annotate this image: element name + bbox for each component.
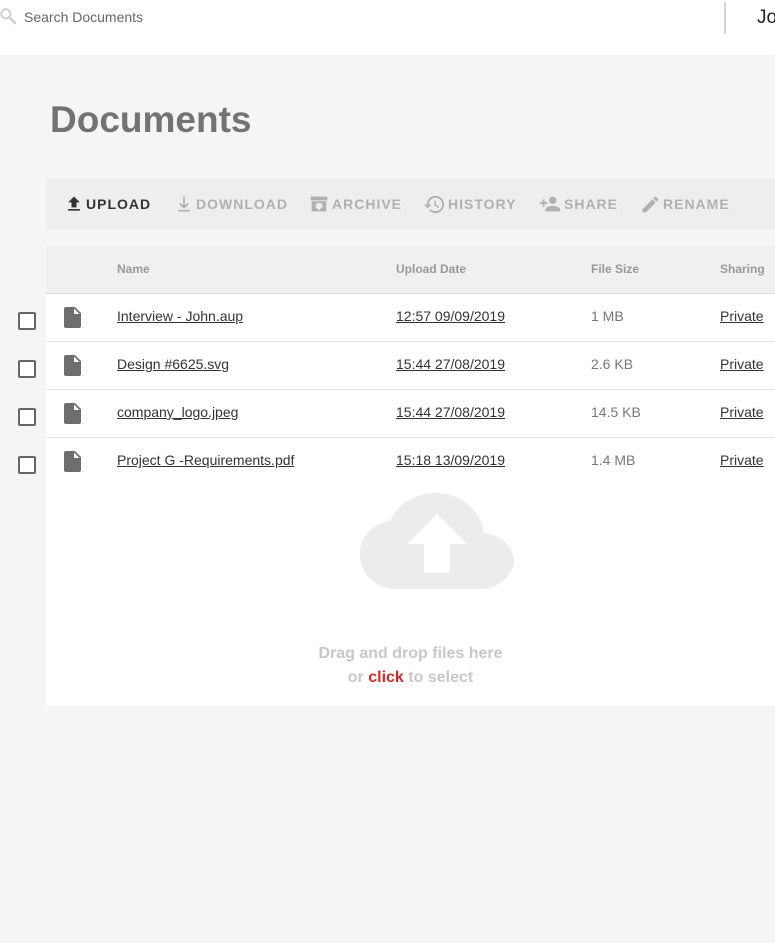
sharing-link[interactable]: Private: [720, 356, 764, 372]
share-button[interactable]: SHARE: [538, 192, 618, 216]
upload-date-link[interactable]: 15:18 13/09/2019: [396, 452, 505, 468]
pencil-icon: [642, 196, 659, 212]
file-size: 14.5 KB: [591, 404, 641, 420]
share-label: SHARE: [564, 196, 619, 212]
file-size: 1.4 MB: [591, 452, 636, 468]
sharing-link[interactable]: Private: [720, 404, 764, 420]
history-button[interactable]: HISTORY: [423, 192, 516, 216]
cloud-upload-icon: [360, 493, 514, 589]
file-icon: [64, 307, 81, 328]
topbar-divider: [724, 2, 726, 34]
archive-button[interactable]: ARCHIVE: [308, 192, 402, 216]
drop-or-text: or: [347, 669, 364, 686]
documents-table: Name Upload Date File Size Sharing Inter…: [18, 246, 775, 706]
upload-date-link[interactable]: 15:44 27/08/2019: [396, 404, 505, 420]
table-row[interactable]: Project G -Requirements.pdf 15:18 13/09/…: [18, 437, 775, 485]
file-icon: [64, 355, 81, 376]
drop-to-select-text: to select: [408, 669, 474, 686]
sharing-link[interactable]: Private: [720, 452, 764, 468]
table-row[interactable]: company_logo.jpeg 15:44 27/08/2019 14.5 …: [18, 389, 775, 438]
file-drop-zone[interactable]: Drag and drop files here or click to sel…: [46, 486, 775, 696]
file-size: 2.6 KB: [591, 356, 634, 372]
download-label: DOWNLOAD: [196, 196, 288, 212]
file-name-link[interactable]: Project G -Requirements.pdf: [117, 452, 294, 468]
file-name-link[interactable]: company_logo.jpeg: [117, 404, 238, 420]
toolbar: UPLOAD DOWNLOAD ARCHIVE HISTORY SHARE RE…: [46, 178, 775, 230]
table-row[interactable]: Design #6625.svg 15:44 27/08/2019 2.6 KB…: [18, 341, 775, 390]
row-checkbox[interactable]: [18, 312, 36, 330]
archive-label: ARCHIVE: [332, 196, 403, 212]
rename-label: RENAME: [663, 196, 730, 212]
drop-select-line: or click to select: [19, 669, 775, 687]
upload-icon: [68, 196, 80, 211]
row-checkbox[interactable]: [18, 360, 36, 378]
history-label: HISTORY: [448, 196, 517, 212]
file-icon: [64, 403, 81, 424]
column-header-name[interactable]: Name: [117, 262, 150, 276]
search-input[interactable]: [24, 6, 674, 28]
user-menu[interactable]: Jo: [757, 7, 775, 29]
history-icon: [423, 195, 445, 213]
upload-label: UPLOAD: [86, 196, 152, 212]
row-checkbox[interactable]: [18, 408, 36, 426]
drop-instructions: Drag and drop files here: [318, 645, 503, 662]
column-header-upload-date[interactable]: Upload Date: [396, 262, 466, 276]
file-name-link[interactable]: Design #6625.svg: [117, 356, 229, 372]
download-icon: [178, 196, 190, 212]
upload-date-link[interactable]: 12:57 09/09/2019: [396, 308, 505, 324]
upload-button[interactable]: UPLOAD: [64, 192, 151, 216]
table-header: Name Upload Date File Size Sharing: [46, 246, 775, 294]
file-name-link[interactable]: Interview - John.aup: [117, 308, 243, 324]
column-header-sharing[interactable]: Sharing: [720, 262, 765, 276]
rename-button[interactable]: RENAME: [640, 192, 730, 216]
sharing-link[interactable]: Private: [720, 308, 764, 324]
file-icon: [64, 451, 81, 472]
top-bar: Jo: [0, 0, 775, 55]
archive-icon: [310, 196, 328, 212]
click-to-select-link[interactable]: click: [368, 669, 404, 686]
file-size: 1 MB: [591, 308, 624, 324]
row-checkbox[interactable]: [18, 456, 36, 474]
add-person-icon: [539, 196, 561, 212]
download-button[interactable]: DOWNLOAD: [174, 192, 288, 216]
search-icon: [0, 8, 17, 25]
column-header-file-size[interactable]: File Size: [591, 262, 639, 276]
table-row[interactable]: Interview - John.aup 12:57 09/09/2019 1 …: [18, 293, 775, 342]
page-title: Documents: [50, 99, 252, 140]
upload-date-link[interactable]: 15:44 27/08/2019: [396, 356, 505, 372]
